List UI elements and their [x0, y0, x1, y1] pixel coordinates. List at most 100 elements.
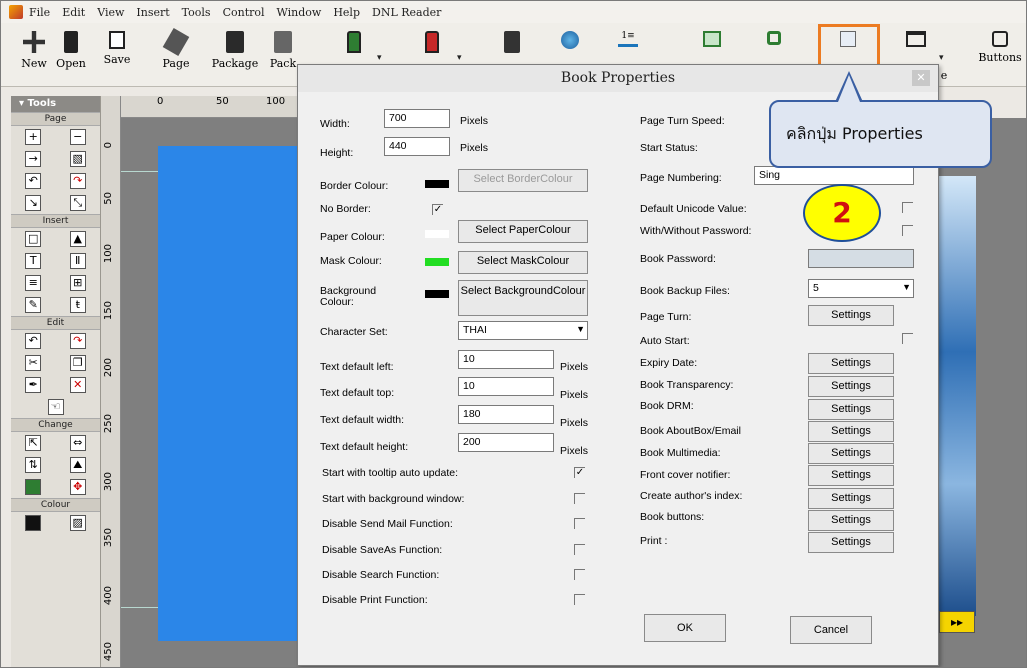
landscape-icon[interactable]: ⛰	[69, 457, 86, 473]
height-input[interactable]: 440	[384, 137, 450, 156]
flip-icon[interactable]: ↷	[69, 173, 86, 189]
book-page-right[interactable]	[936, 176, 976, 616]
ok-button[interactable]: OK	[644, 614, 726, 642]
border-colour-label: Border Colour:	[320, 180, 389, 192]
green-square-icon[interactable]	[25, 479, 42, 495]
menu-help[interactable]: Help	[333, 6, 360, 19]
open-button[interactable]: Open	[53, 25, 89, 85]
rotate-icon[interactable]: ↶	[25, 173, 42, 189]
print-settings-button[interactable]: Settings	[808, 532, 894, 553]
character-set-select[interactable]: THAI ▼	[458, 321, 588, 340]
package-button[interactable]: Package	[209, 25, 261, 85]
page-button[interactable]: Page	[159, 25, 193, 85]
page-numbering-select[interactable]: Sing	[754, 166, 914, 185]
pen-icon[interactable]: ✒	[25, 377, 42, 393]
menu-dnl-reader[interactable]: DNL Reader	[372, 6, 441, 19]
text-left-input[interactable]: 10	[458, 350, 554, 369]
transparency-settings-button[interactable]: Settings	[808, 376, 894, 397]
align-icon[interactable]: ≡	[25, 275, 42, 291]
save-button[interactable]: Save	[101, 25, 133, 85]
front-cover-settings-button[interactable]: Settings	[808, 465, 894, 486]
order-icon[interactable]: ⇅	[25, 457, 42, 473]
black-square-icon[interactable]	[25, 515, 42, 531]
text-height-input[interactable]: 200	[458, 433, 554, 452]
undo-icon[interactable]: ↶	[25, 333, 42, 349]
image-icon[interactable]: ▲	[69, 231, 86, 247]
menu-control[interactable]: Control	[223, 6, 265, 19]
saveas-checkbox[interactable]	[574, 544, 585, 555]
width-input[interactable]: 700	[384, 109, 450, 128]
paint-icon[interactable]: ✎	[25, 297, 42, 313]
multimedia-settings-button[interactable]: Settings	[808, 443, 894, 464]
aboutbox-label: Book AboutBox/Email	[640, 425, 741, 437]
book-buttons-settings-button[interactable]: Settings	[808, 510, 894, 531]
plus-icon[interactable]: +	[25, 129, 42, 145]
arrow-icon[interactable]: →	[25, 151, 42, 167]
chevron-down-icon[interactable]: ▾	[377, 53, 382, 63]
close-icon[interactable]: ✕	[912, 70, 930, 86]
print-disable-checkbox[interactable]	[574, 594, 585, 605]
page-icon	[162, 27, 190, 57]
menu-window[interactable]: Window	[277, 6, 322, 19]
default-unicode-checkbox[interactable]	[902, 202, 913, 213]
menu-edit[interactable]: Edit	[62, 6, 85, 19]
hand-icon[interactable]: ☜	[47, 399, 64, 415]
text-top-unit: Pixels	[560, 389, 589, 401]
minus-icon[interactable]: −	[69, 129, 86, 145]
tooltip-checkbox[interactable]: ✓	[574, 467, 585, 478]
scissors-icon[interactable]: ✂	[25, 355, 42, 371]
width-icon[interactable]: ⇔	[69, 435, 86, 451]
redo-icon[interactable]: ↷	[69, 333, 86, 349]
expiry-date-settings-button[interactable]: Settings	[808, 353, 894, 374]
sendmail-checkbox[interactable]	[574, 518, 585, 529]
table-icon[interactable]: ⊞	[69, 275, 86, 291]
chevron-down-icon[interactable]: ▾	[457, 53, 462, 63]
with-without-password-checkbox[interactable]	[902, 225, 913, 236]
box-icon[interactable]: □	[25, 231, 42, 247]
drm-settings-button[interactable]: Settings	[808, 399, 894, 420]
cancel-button[interactable]: Cancel	[790, 616, 872, 644]
menu-insert[interactable]: Insert	[136, 6, 169, 19]
select-paper-colour-button[interactable]: Select PaperColour	[458, 220, 588, 243]
select-background-colour-button[interactable]: Select BackgroundColour	[458, 280, 588, 316]
select-mask-colour-button[interactable]: Select MaskColour	[458, 251, 588, 274]
menu-view[interactable]: View	[97, 6, 124, 19]
chevron-down-icon[interactable]: ▾	[939, 53, 944, 63]
aboutbox-settings-button[interactable]: Settings	[808, 421, 894, 442]
delete-icon[interactable]: ✕	[69, 377, 86, 393]
select-border-colour-button[interactable]: Select BorderColour	[458, 169, 588, 192]
pattern-icon[interactable]: ▨	[69, 515, 86, 531]
font-size-icon[interactable]: ŧ	[69, 297, 86, 313]
tool-row: ✥	[11, 476, 100, 498]
page-turn-settings-button[interactable]: Settings	[808, 305, 894, 326]
select-icon[interactable]: ↘	[25, 195, 42, 211]
book-page-left[interactable]	[158, 146, 303, 641]
backup-files-select[interactable]: 5 ▼	[808, 279, 914, 298]
auto-start-checkbox[interactable]	[902, 333, 913, 344]
search-checkbox[interactable]	[574, 569, 585, 580]
copy-page-icon[interactable]: ▧	[69, 151, 86, 167]
move-icon[interactable]: ✥	[69, 479, 86, 495]
new-button[interactable]: New	[19, 25, 49, 85]
bgwindow-checkbox[interactable]	[574, 493, 585, 504]
pack-button[interactable]: Pack	[267, 25, 299, 85]
text-icon[interactable]: T	[25, 253, 42, 269]
next-page-button[interactable]: ▸▸	[939, 611, 975, 633]
menu-tools[interactable]: Tools	[182, 6, 211, 19]
book-password-input[interactable]	[808, 249, 914, 268]
tool-row: ↶ ↷	[11, 170, 100, 192]
menu-file[interactable]: File	[29, 6, 50, 19]
text-top-input[interactable]: 10	[458, 377, 554, 396]
authors-index-settings-button[interactable]: Settings	[808, 488, 894, 509]
resize-icon[interactable]: ⇱	[25, 435, 42, 451]
page-turn-label: Page Turn:	[640, 311, 692, 323]
text-width-input[interactable]: 180	[458, 405, 554, 424]
no-border-checkbox[interactable]: ✓	[432, 204, 443, 215]
section-insert: Insert	[11, 214, 100, 228]
text-vertical-icon[interactable]: Ⅱ	[69, 253, 86, 269]
step-badge: 2	[803, 184, 881, 242]
transform-icon[interactable]: ⤡	[69, 195, 86, 211]
copy-icon[interactable]: ❐	[69, 355, 86, 371]
book-buttons-label: Book buttons:	[640, 511, 705, 523]
buttons-button[interactable]: Buttons	[975, 25, 1025, 85]
